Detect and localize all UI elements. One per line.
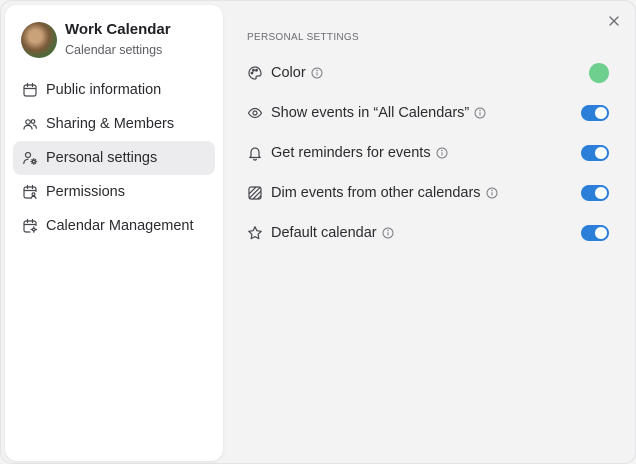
user-gear-icon <box>22 150 38 166</box>
info-icon[interactable] <box>474 107 486 119</box>
sidebar-item-permissions[interactable]: Permissions <box>13 175 215 209</box>
show-events-toggle[interactable] <box>581 105 609 121</box>
calendar-user-icon <box>22 184 38 200</box>
sidebar: Work Calendar Calendar settings Public i… <box>5 5 223 461</box>
info-icon[interactable] <box>486 187 498 199</box>
setting-label: Get reminders for events <box>271 145 431 161</box>
setting-row-reminders: Get reminders for events <box>247 141 609 165</box>
star-icon <box>247 225 263 241</box>
dim-events-toggle[interactable] <box>581 185 609 201</box>
section-title: PERSONAL SETTINGS <box>247 32 359 43</box>
sidebar-item-label: Permissions <box>46 184 125 200</box>
setting-label: Default calendar <box>271 225 377 241</box>
users-icon <box>22 116 38 132</box>
reminders-toggle[interactable] <box>581 145 609 161</box>
palette-icon <box>247 65 263 81</box>
sidebar-item-label: Personal settings <box>46 150 158 166</box>
sidebar-item-personal-settings[interactable]: Personal settings <box>13 141 215 175</box>
info-icon[interactable] <box>436 147 448 159</box>
bell-icon <box>247 145 263 161</box>
sidebar-item-label: Public information <box>46 82 162 98</box>
calendar-icon <box>22 82 38 98</box>
avatar <box>21 22 57 58</box>
setting-row-color: Color <box>247 61 609 85</box>
info-icon[interactable] <box>382 227 394 239</box>
default-calendar-toggle[interactable] <box>581 225 609 241</box>
info-icon[interactable] <box>311 67 323 79</box>
calendar-title: Work Calendar <box>65 21 171 38</box>
color-picker-swatch[interactable] <box>589 63 609 83</box>
sidebar-item-sharing-members[interactable]: Sharing & Members <box>13 107 215 141</box>
sidebar-nav: Public information Sharing & Members Per… <box>13 73 215 243</box>
sidebar-item-calendar-management[interactable]: Calendar Management <box>13 209 215 243</box>
close-button[interactable] <box>607 14 621 28</box>
setting-row-default-calendar: Default calendar <box>247 221 609 245</box>
sidebar-item-label: Calendar Management <box>46 218 194 234</box>
sidebar-item-label: Sharing & Members <box>46 116 175 132</box>
setting-row-dim-events: Dim events from other calendars <box>247 181 609 205</box>
setting-row-show-events: Show events in “All Calendars” <box>247 101 609 125</box>
eye-icon <box>247 105 263 121</box>
calendar-gear-icon <box>22 218 38 234</box>
dim-pattern-icon <box>247 185 263 201</box>
calendar-header: Work Calendar Calendar settings <box>21 21 171 59</box>
setting-label: Show events in “All Calendars” <box>271 105 470 121</box>
setting-label: Color <box>271 65 306 81</box>
calendar-settings-window: Work Calendar Calendar settings Public i… <box>0 0 636 464</box>
settings-panel: PERSONAL SETTINGS Color Show events in “… <box>247 1 635 463</box>
setting-label: Dim events from other calendars <box>271 185 481 201</box>
sidebar-item-public-information[interactable]: Public information <box>13 73 215 107</box>
close-icon <box>609 16 619 26</box>
calendar-subtitle: Calendar settings <box>65 43 163 57</box>
